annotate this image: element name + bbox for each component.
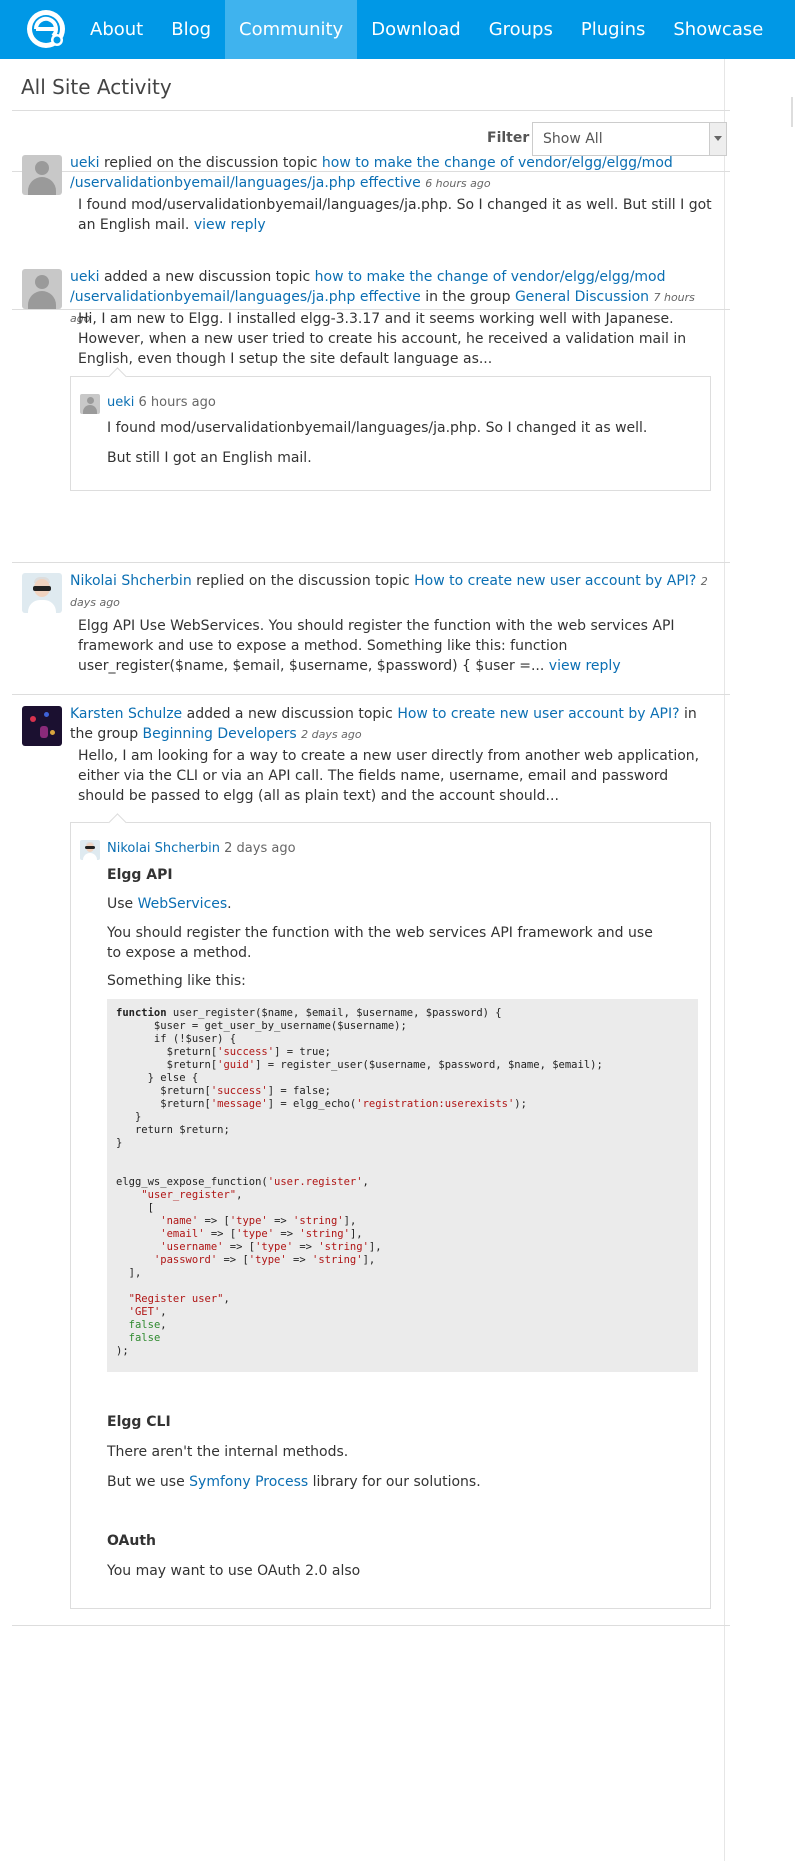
timestamp: 6 hours ago bbox=[425, 177, 491, 190]
user-avatar-icon[interactable] bbox=[80, 394, 100, 414]
user-avatar-icon[interactable] bbox=[22, 706, 62, 746]
reply-box-pointer bbox=[108, 813, 127, 832]
right-sidebar bbox=[724, 59, 795, 1861]
top-navigation-bar: About Blog Community Download Groups Plu… bbox=[0, 0, 795, 59]
reply-box: ueki 6 hours ago I found mod/uservalidat… bbox=[70, 367, 711, 491]
group-link[interactable]: General Discussion bbox=[515, 289, 649, 305]
reply-paragraph: Use WebServices. bbox=[107, 894, 232, 914]
reply-box: Nikolai Shcherbin 2 days ago Elgg API Us… bbox=[70, 813, 711, 1609]
activity-action: replied on the discussion topic bbox=[103, 155, 318, 171]
topic-link[interactable]: How to create new user account by API? bbox=[414, 573, 696, 589]
user-link[interactable]: Karsten Schulze bbox=[70, 706, 182, 722]
user-link[interactable]: Nikolai Shcherbin bbox=[70, 573, 192, 589]
reply-paragraph: But we use Symfony Process library for o… bbox=[107, 1472, 481, 1492]
view-reply-link[interactable]: view reply bbox=[549, 658, 621, 674]
reply-user-link[interactable]: ueki bbox=[107, 395, 134, 410]
nav-community[interactable]: Community bbox=[225, 0, 358, 59]
user-avatar-icon[interactable] bbox=[22, 573, 62, 613]
activity-summary: Karsten Schulze added a new discussion t… bbox=[70, 704, 710, 745]
user-avatar-icon[interactable] bbox=[80, 840, 100, 860]
excerpt-text: I found mod/uservalidationbyemail/langua… bbox=[78, 197, 712, 233]
elgg-logo-icon[interactable] bbox=[24, 7, 68, 51]
webservices-link[interactable]: WebServices bbox=[138, 896, 228, 912]
in-group-text: in the group bbox=[425, 289, 511, 305]
activity-action: added a new discussion topic bbox=[186, 706, 393, 722]
nav-groups[interactable]: Groups bbox=[475, 0, 567, 59]
reply-paragraph: Something like this: bbox=[107, 973, 246, 989]
divider bbox=[12, 110, 730, 111]
use-prefix: Use bbox=[107, 896, 134, 912]
reply-heading: Elgg API bbox=[107, 867, 173, 883]
chevron-down-icon[interactable] bbox=[709, 123, 726, 155]
activity-excerpt: Elgg API Use WebServices. You should reg… bbox=[78, 616, 718, 676]
view-reply-link[interactable]: view reply bbox=[194, 217, 266, 233]
activity-action: added a new discussion topic bbox=[103, 269, 311, 285]
activity-summary: ueki replied on the discussion topic how… bbox=[70, 153, 710, 194]
filter-select[interactable]: Show All bbox=[532, 122, 727, 156]
reply-paragraph: You may want to use OAuth 2.0 also bbox=[107, 1563, 361, 1579]
filter-selected-value: Show All bbox=[543, 131, 603, 147]
reply-heading: Elgg CLI bbox=[107, 1414, 171, 1430]
nav-about[interactable]: About bbox=[76, 0, 157, 59]
nav-plugins[interactable]: Plugins bbox=[567, 0, 659, 59]
reply-timestamp: 6 hours ago bbox=[138, 395, 216, 410]
reply-paragraph: I found mod/uservalidationbyemail/langua… bbox=[107, 420, 648, 436]
timestamp: 2 days ago bbox=[301, 728, 362, 741]
reply-header: Nikolai Shcherbin 2 days ago bbox=[107, 841, 296, 856]
divider bbox=[12, 694, 730, 695]
nav-showcase[interactable]: Showcase bbox=[659, 0, 777, 59]
reply-timestamp: 2 days ago bbox=[224, 841, 296, 856]
activity-action: replied on the discussion topic bbox=[196, 573, 410, 589]
reply-header: ueki 6 hours ago bbox=[107, 395, 216, 410]
activity-excerpt: Hi, I am new to Elgg. I installed elgg-3… bbox=[78, 311, 687, 367]
divider bbox=[12, 562, 730, 563]
group-link[interactable]: Beginning Developers bbox=[143, 726, 297, 742]
user-link[interactable]: ueki bbox=[70, 155, 99, 171]
topic-link[interactable]: How to create new user account by API? bbox=[397, 706, 679, 722]
but-suffix: library for our solutions. bbox=[312, 1474, 481, 1490]
symfony-process-link[interactable]: Symfony Process bbox=[189, 1474, 308, 1490]
use-suffix: . bbox=[227, 896, 232, 912]
nav-blog[interactable]: Blog bbox=[157, 0, 225, 59]
user-avatar-icon[interactable] bbox=[22, 269, 62, 309]
reply-paragraph: But still I got an English mail. bbox=[107, 450, 312, 466]
page-title: All Site Activity bbox=[21, 75, 172, 99]
sidebar-edge-mark bbox=[791, 97, 793, 127]
activity-excerpt: Hello, I am looking for a way to create … bbox=[78, 748, 700, 804]
user-link[interactable]: ueki bbox=[70, 269, 99, 285]
filter-label: Filter bbox=[487, 130, 530, 146]
activity-summary: Nikolai Shcherbin replied on the discuss… bbox=[70, 571, 710, 613]
reply-user-link[interactable]: Nikolai Shcherbin bbox=[107, 841, 220, 856]
main-nav: About Blog Community Download Groups Plu… bbox=[76, 0, 777, 59]
code-block: function user_register($name, $email, $u… bbox=[107, 999, 698, 1372]
nav-download[interactable]: Download bbox=[357, 0, 474, 59]
user-avatar-icon[interactable] bbox=[22, 155, 62, 195]
reply-paragraph: There aren't the internal methods. bbox=[107, 1444, 349, 1460]
reply-paragraph: You should register the function with th… bbox=[107, 925, 653, 961]
reply-box-pointer bbox=[108, 367, 127, 386]
divider bbox=[12, 1625, 730, 1626]
but-prefix: But we use bbox=[107, 1474, 185, 1490]
reply-heading: OAuth bbox=[107, 1533, 156, 1549]
activity-excerpt: I found mod/uservalidationbyemail/langua… bbox=[78, 195, 718, 235]
